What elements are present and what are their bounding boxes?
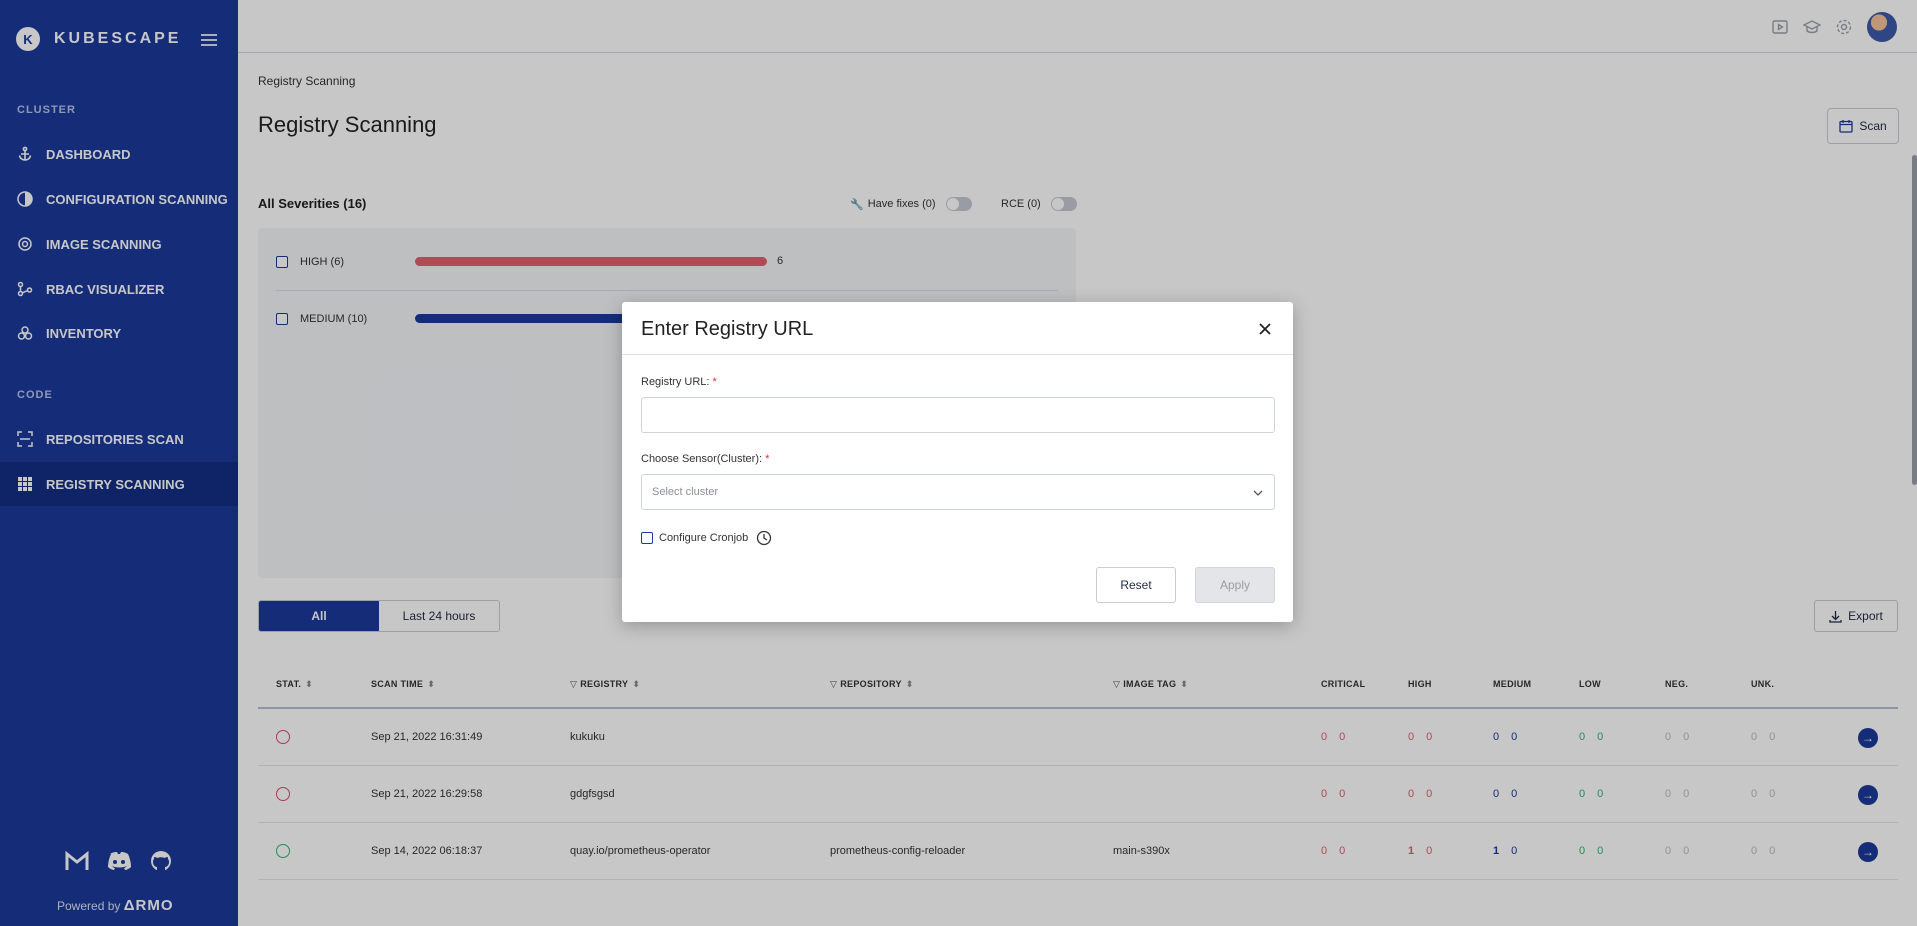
reset-button[interactable]: Reset	[1096, 567, 1176, 603]
sensor-cluster-label: Choose Sensor(Cluster): *	[641, 453, 770, 465]
cronjob-checkbox[interactable]	[641, 532, 653, 544]
cluster-select[interactable]: Select cluster	[641, 474, 1275, 510]
registry-url-input[interactable]	[641, 397, 1275, 433]
cluster-select-placeholder: Select cluster	[652, 486, 719, 498]
dialog-divider	[622, 354, 1293, 355]
configure-cronjob[interactable]: Configure Cronjob	[641, 530, 772, 546]
chevron-down-icon	[1253, 490, 1263, 496]
close-icon[interactable]	[1256, 320, 1274, 338]
enter-registry-url-dialog: Enter Registry URL Registry URL: * Choos…	[622, 302, 1293, 622]
registry-url-label: Registry URL: *	[641, 376, 717, 388]
dialog-title: Enter Registry URL	[641, 318, 814, 340]
clock-icon[interactable]	[756, 530, 772, 546]
cronjob-label: Configure Cronjob	[659, 532, 749, 544]
apply-button[interactable]: Apply	[1195, 567, 1275, 603]
